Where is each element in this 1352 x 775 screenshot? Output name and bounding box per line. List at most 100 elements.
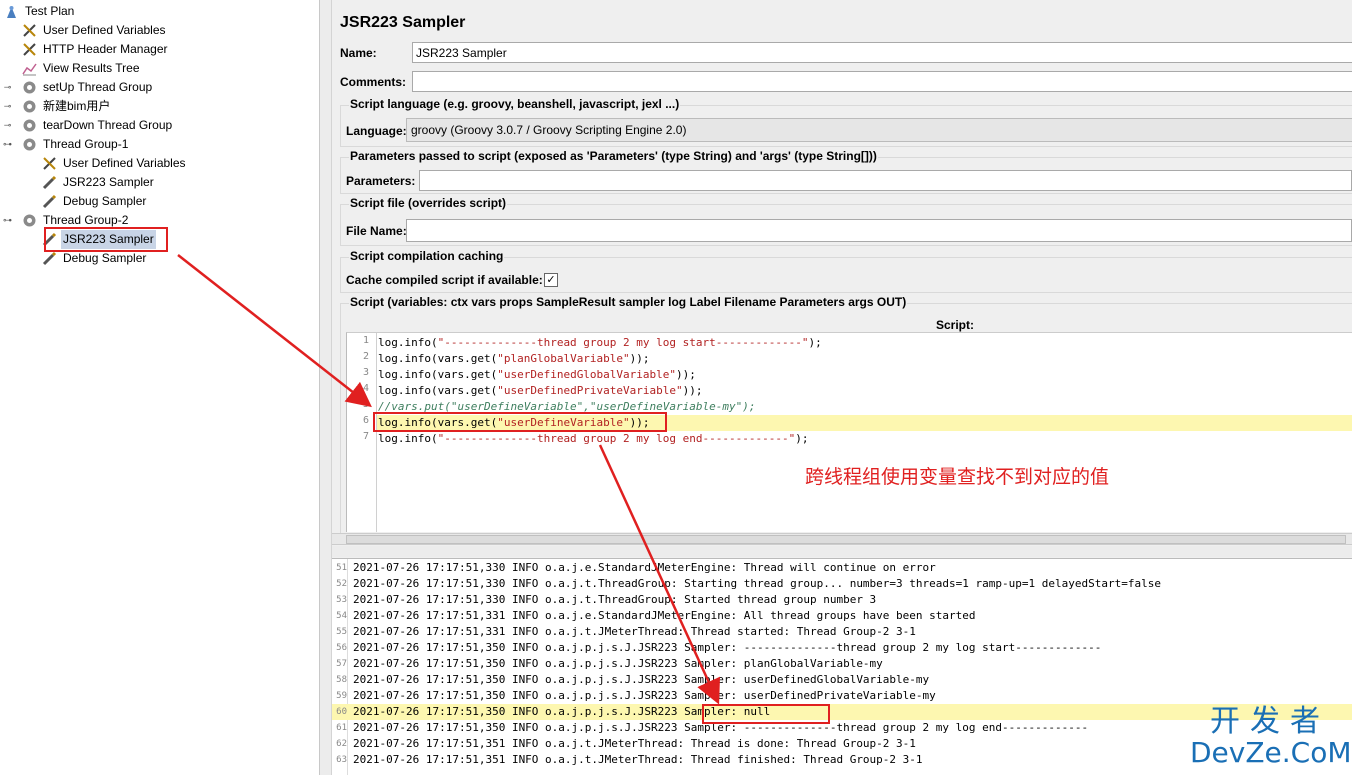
- script-editor[interactable]: 1234567 log.info("--------------thread g…: [346, 332, 1352, 532]
- test-plan-icon: [4, 4, 19, 19]
- log-line-text: 2021-07-26 17:17:51,330 INFO o.a.j.t.Thr…: [353, 577, 1161, 590]
- scrollbar-thumb[interactable]: [346, 535, 1346, 544]
- tree-node-user-defined-variables[interactable]: User Defined Variables: [22, 21, 168, 40]
- log-line: 54 2021-07-26 17:17:51,331 INFO o.a.j.e.S…: [332, 608, 1352, 624]
- chart-icon: [22, 61, 37, 76]
- code-pre: log.info(vars.get(: [378, 384, 498, 397]
- file-name-input[interactable]: [406, 219, 1352, 242]
- log-line-text: 2021-07-26 17:17:51,331 INFO o.a.j.t.JMe…: [353, 625, 916, 638]
- page-title: JSR223 Sampler: [340, 14, 466, 31]
- splitter[interactable]: [320, 0, 332, 775]
- group-title: Script language (e.g. groovy, beanshell,…: [349, 97, 681, 111]
- line-number: 5: [362, 399, 369, 410]
- tree-node-thread-group-2[interactable]: Thread Group-2: [22, 211, 130, 230]
- line-number: 1: [362, 335, 369, 346]
- tree-node-debug-sampler[interactable]: Debug Sampler: [42, 192, 148, 211]
- collapse-toggle-icon[interactable]: ⊶: [3, 135, 12, 154]
- code-comment: //vars.put("userDefineVariable","userDef…: [378, 400, 756, 413]
- log-line-number: 55: [336, 627, 347, 637]
- script-header: Script:: [936, 318, 975, 332]
- log-line: 59 2021-07-26 17:17:51,350 INFO o.a.j.p.j…: [332, 688, 1352, 704]
- tree-node-debug-sampler[interactable]: Debug Sampler: [42, 249, 148, 268]
- code-post: );: [795, 432, 809, 445]
- tree-node-label: Thread Group-2: [43, 213, 129, 227]
- tree-node-jsr223-sampler[interactable]: JSR223 Sampler: [42, 173, 156, 192]
- line-number: 7: [362, 431, 369, 442]
- tree-node-label: 新建bim用户: [43, 99, 111, 113]
- log-line-number: 58: [336, 675, 347, 685]
- tree-node-teardown-thread-group[interactable]: tearDown Thread Group: [22, 116, 174, 135]
- tree-node-new-bim-user[interactable]: 新建bim用户: [22, 97, 112, 116]
- group-title: Script (variables: ctx vars props Sample…: [349, 295, 908, 309]
- parameters-input[interactable]: [419, 170, 1352, 191]
- tree-node-jsr223-sampler-selected[interactable]: JSR223 Sampler: [42, 230, 156, 249]
- expand-toggle-icon[interactable]: ⊸: [3, 78, 12, 97]
- name-input[interactable]: [412, 42, 1352, 63]
- gear-icon: [22, 99, 37, 114]
- code-line: log.info(vars.get("userDefinedGlobalVari…: [377, 367, 1352, 383]
- tree-node-user-defined-variables[interactable]: User Defined Variables: [42, 154, 188, 173]
- tree-node-label: Debug Sampler: [63, 194, 147, 208]
- log-line: 57 2021-07-26 17:17:51,350 INFO o.a.j.p.j…: [332, 656, 1352, 672]
- code-str: "userDefinedGlobalVariable": [497, 368, 677, 381]
- expand-toggle-icon[interactable]: ⊸: [3, 97, 12, 116]
- tree-node-label: View Results Tree: [43, 61, 140, 75]
- annotation-text: 跨线程组使用变量查找不到对应的值: [805, 466, 1110, 488]
- code-line: log.info(vars.get("planGlobalVariable"))…: [377, 351, 1352, 367]
- tree-node-label: Thread Group-1: [43, 137, 129, 151]
- comments-input[interactable]: [412, 71, 1352, 92]
- group-title: Script file (overrides script): [349, 196, 508, 210]
- pencil-icon: [42, 232, 57, 247]
- parameters-label: Parameters:: [346, 174, 416, 188]
- language-select[interactable]: groovy (Groovy 3.0.7 / Groovy Scripting …: [406, 118, 1352, 142]
- log-line-number: 60: [336, 707, 347, 717]
- group-title: Parameters passed to script (exposed as …: [349, 149, 878, 163]
- log-line: 58 2021-07-26 17:17:51,350 INFO o.a.j.p.j…: [332, 672, 1352, 688]
- code-line: log.info(vars.get("userDefinedPrivateVar…: [377, 383, 1352, 399]
- log-line-text: 2021-07-26 17:17:51,351 INFO o.a.j.t.JMe…: [353, 737, 916, 750]
- name-label: Name:: [340, 46, 377, 60]
- log-line-number: 56: [336, 643, 347, 653]
- cache-checkbox[interactable]: ✓: [544, 273, 558, 287]
- log-line-number: 63: [336, 755, 347, 765]
- tree-node-setup-thread-group[interactable]: setUp Thread Group: [22, 78, 154, 97]
- code-str: "--------------thread group 2 my log sta…: [437, 336, 809, 349]
- tree-node-label: Test Plan: [25, 4, 75, 18]
- code-str: "planGlobalVariable": [497, 352, 630, 365]
- code-post: ));: [629, 416, 650, 429]
- cache-label: Cache compiled script if available:: [346, 273, 543, 287]
- gear-icon: [22, 137, 37, 152]
- log-line-number: 53: [336, 595, 347, 605]
- collapse-toggle-icon[interactable]: ⊶: [3, 211, 12, 230]
- sampler-panel: JSR223 Sampler Name: Comments: Script la…: [332, 0, 1352, 775]
- pencil-icon: [42, 194, 57, 209]
- code-line: log.info(vars.get("userDefineVariable"))…: [377, 415, 1352, 431]
- tree-node-thread-group-1[interactable]: Thread Group-1: [22, 135, 130, 154]
- watermark: 开发者 DevZe.CoM: [1190, 706, 1352, 768]
- log-line-number: 61: [336, 723, 347, 733]
- expand-toggle-icon[interactable]: ⊸: [3, 116, 12, 135]
- log-line-text: 2021-07-26 17:17:51,350 INFO o.a.j.p.j.s…: [353, 705, 771, 718]
- tree-node-view-results-tree[interactable]: View Results Tree: [22, 59, 142, 78]
- tree-node-label: JSR223 Sampler: [61, 230, 156, 249]
- horizontal-scrollbar[interactable]: [332, 533, 1352, 545]
- editor-log-splitter[interactable]: [332, 546, 1352, 557]
- log-line: 55 2021-07-26 17:17:51,331 INFO o.a.j.t.J…: [332, 624, 1352, 640]
- group-title: Script compilation caching: [349, 249, 505, 263]
- wrench-icon: [22, 42, 37, 57]
- code-post: ));: [629, 352, 650, 365]
- log-line-number: 59: [336, 691, 347, 701]
- code-pre: log.info(: [378, 336, 438, 349]
- tree-node-http-header-manager[interactable]: HTTP Header Manager: [22, 40, 170, 59]
- tree-node-label: HTTP Header Manager: [43, 42, 168, 56]
- log-line-text: 2021-07-26 17:17:51,330 INFO o.a.j.t.Thr…: [353, 593, 877, 606]
- tree-node-test-plan[interactable]: Test Plan: [4, 2, 76, 21]
- tree-node-label: Debug Sampler: [63, 251, 147, 265]
- log-line-text: 2021-07-26 17:17:51,351 INFO o.a.j.t.JMe…: [353, 753, 923, 766]
- code-post: ));: [676, 368, 696, 381]
- log-line-number: 57: [336, 659, 347, 669]
- code-post: );: [808, 336, 822, 349]
- code-pre: log.info(vars.get(: [378, 416, 498, 429]
- log-line: 51 2021-07-26 17:17:51,330 INFO o.a.j.e.S…: [332, 560, 1352, 576]
- log-line-number: 52: [336, 579, 347, 589]
